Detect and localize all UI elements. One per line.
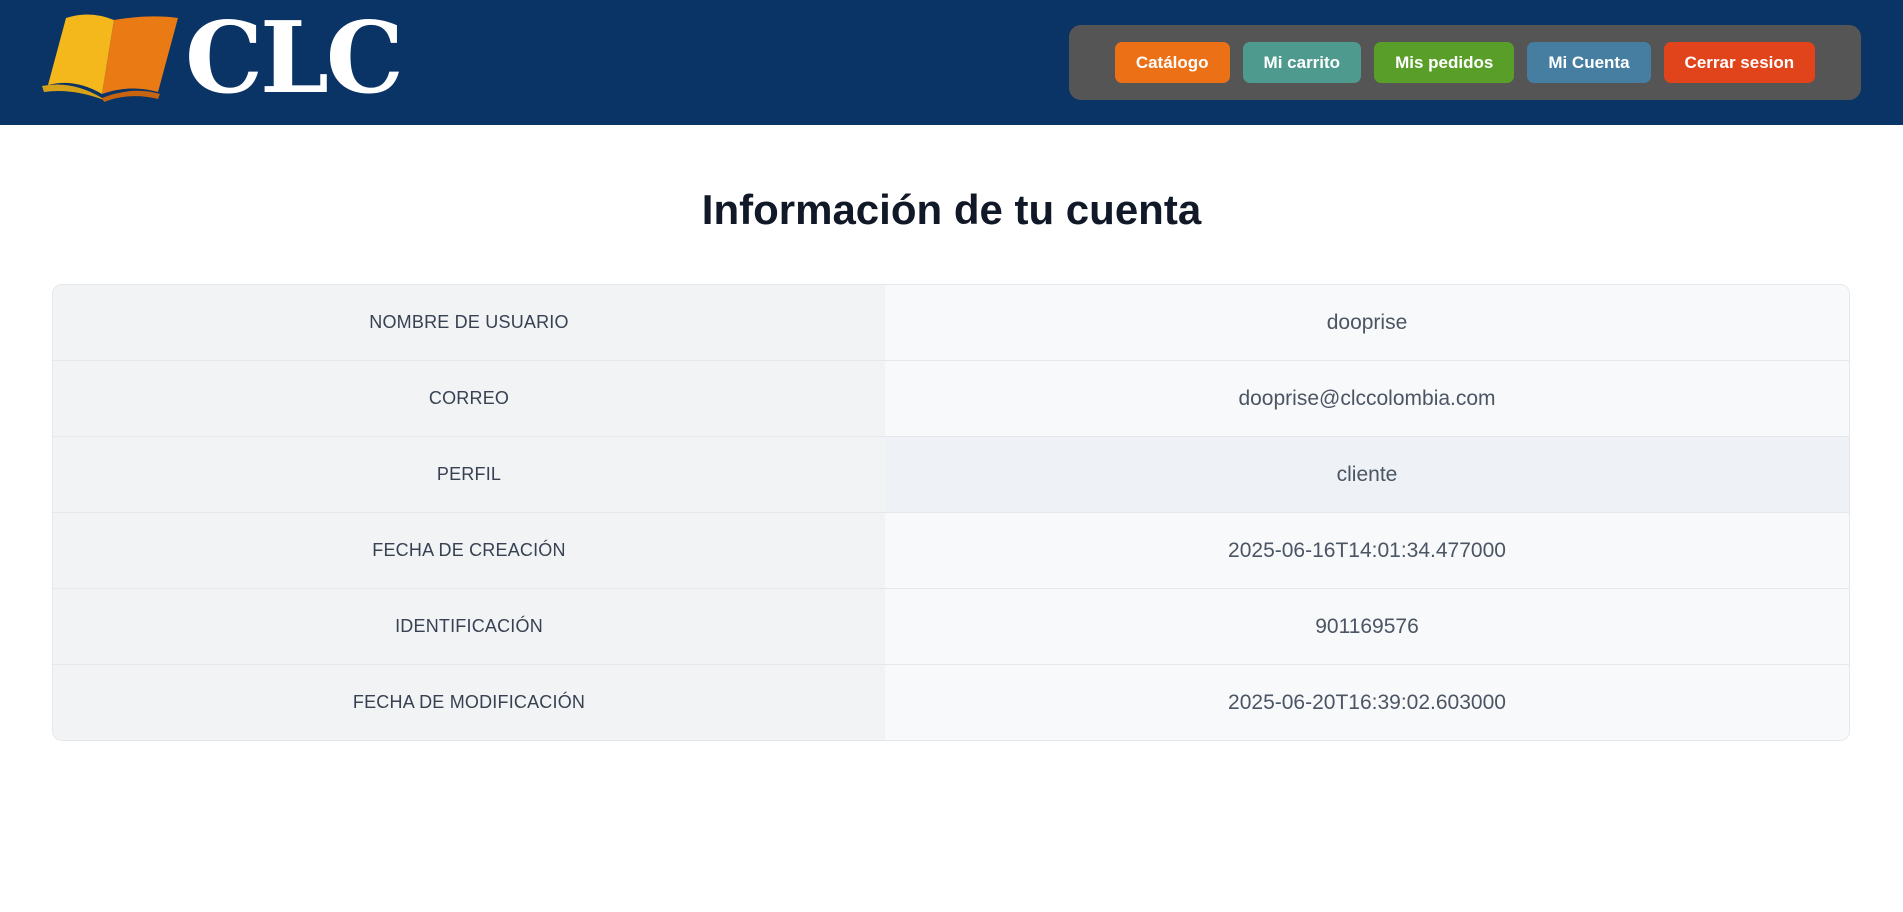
row-value: dooprise [885, 285, 1849, 360]
row-label: CORREO [53, 361, 885, 436]
row-value: cliente [885, 437, 1849, 512]
table-row-created: FECHA DE CREACIÓN 2025-06-16T14:01:34.47… [53, 513, 1849, 589]
table-row-modified: FECHA DE MODIFICACIÓN 2025-06-20T16:39:0… [53, 665, 1849, 740]
table-row-profile: PERFIL cliente [53, 437, 1849, 513]
account-info-table: NOMBRE DE USUARIO dooprise CORREO doopri… [52, 284, 1850, 741]
logo-text: CLC [185, 1, 404, 116]
cart-button[interactable]: Mi carrito [1242, 42, 1362, 83]
clc-logo[interactable]: CLC [40, 6, 410, 112]
account-button[interactable]: Mi Cuenta [1527, 42, 1651, 83]
row-label: IDENTIFICACIÓN [53, 589, 885, 664]
table-row-identification: IDENTIFICACIÓN 901169576 [53, 589, 1849, 665]
row-label: FECHA DE CREACIÓN [53, 513, 885, 588]
row-value: 901169576 [885, 589, 1849, 664]
row-value: 2025-06-20T16:39:02.603000 [885, 665, 1849, 740]
top-header: CLC Catálogo Mi carrito Mis pedidos Mi C… [0, 0, 1903, 125]
row-value: dooprise@clccolombia.com [885, 361, 1849, 436]
orders-button[interactable]: Mis pedidos [1374, 42, 1515, 83]
row-label: FECHA DE MODIFICACIÓN [53, 665, 885, 740]
page-title: Información de tu cuenta [701, 186, 1202, 233]
logout-button[interactable]: Cerrar sesion [1663, 42, 1816, 83]
open-book-icon [42, 14, 178, 102]
row-label: NOMBRE DE USUARIO [53, 285, 885, 360]
table-row-username: NOMBRE DE USUARIO dooprise [53, 285, 1849, 361]
table-row-email: CORREO dooprise@clccolombia.com [53, 361, 1849, 437]
row-value: 2025-06-16T14:01:34.477000 [885, 513, 1849, 588]
catalog-button[interactable]: Catálogo [1114, 42, 1230, 83]
row-label: PERFIL [53, 437, 885, 512]
main-nav: Catálogo Mi carrito Mis pedidos Mi Cuent… [1069, 25, 1861, 100]
